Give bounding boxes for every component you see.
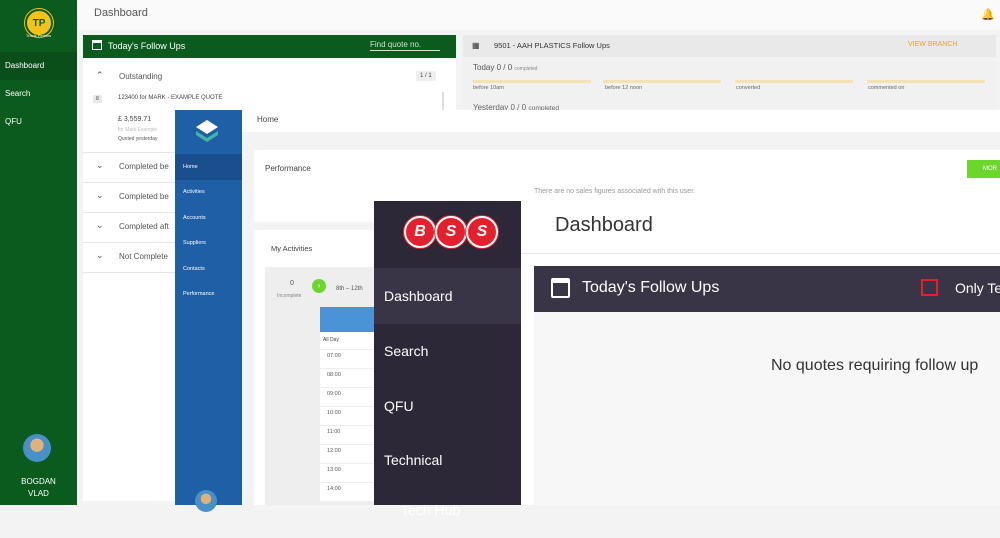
avatar[interactable]: [195, 490, 217, 512]
quote-sub: for Mark Example: [118, 127, 158, 133]
quote-badge: 8: [93, 95, 102, 103]
outstanding-count: 1 / 1: [416, 71, 436, 81]
view-branch-button[interactable]: VIEW BRANCH: [908, 41, 957, 48]
followups-header: Today's Follow Ups Only Te: [534, 266, 1000, 312]
logo-letter: B: [404, 216, 436, 248]
chevron-down-icon[interactable]: ⌄: [96, 250, 104, 261]
user-name: BOGDAN VLAD: [0, 476, 77, 500]
hour-slot[interactable]: 13:00: [320, 463, 374, 482]
sidebar-item-tech-hub[interactable]: Tech Hub: [374, 482, 521, 538]
followups-card-app3: Today's Follow Ups Only Te No quotes req…: [534, 266, 1000, 505]
section-label: Completed be: [119, 192, 169, 201]
sidebar-item-search[interactable]: Search: [0, 80, 77, 108]
divider: [521, 253, 1000, 254]
user-last-name: VLAD: [28, 489, 49, 498]
brand-logo: B S S: [374, 201, 521, 268]
sidebar-item-suppliers[interactable]: Suppliers: [175, 230, 242, 256]
stat-bar: [473, 80, 591, 83]
sidebar-item-qfu[interactable]: QFU: [0, 108, 77, 136]
followups-title: Today's Follow Ups: [582, 279, 720, 296]
outstanding-label: Outstanding: [119, 72, 163, 81]
hour-slot[interactable]: 07:00: [320, 349, 374, 368]
all-day-row[interactable]: All Day: [320, 332, 374, 349]
sidebar-item-performance[interactable]: Performance: [175, 281, 242, 307]
avatar[interactable]: [23, 434, 51, 462]
page-title: Dashboard: [555, 214, 653, 236]
user-first-name: BOGDAN: [21, 477, 56, 486]
calendar-icon: [92, 40, 102, 50]
sidebar-item-technical[interactable]: Technical: [374, 432, 521, 488]
today-count: Today 0 / 0 completed: [473, 63, 537, 72]
section-label: Completed aft: [119, 222, 169, 231]
branch-followups-card: ▦ 9501 - AAH PLASTICS Follow Ups VIEW BR…: [463, 35, 996, 112]
next-week-button[interactable]: ›: [312, 279, 326, 293]
branch-header: ▦ 9501 - AAH PLASTICS Follow Ups VIEW BR…: [463, 35, 996, 57]
hour-slot[interactable]: 08:00: [320, 368, 374, 387]
chevron-down-icon[interactable]: ⌄: [96, 220, 104, 231]
sidebar-item-dashboard[interactable]: Dashboard: [374, 268, 521, 324]
quote-amount: £ 3,559.71: [118, 116, 152, 123]
logo-letter: S: [435, 216, 467, 248]
stat-label: converted: [736, 85, 761, 91]
today-count-suffix: completed: [514, 66, 538, 72]
header-app2: Home: [242, 110, 1000, 133]
section-label: Completed be: [119, 162, 169, 171]
sidebar-item-accounts[interactable]: Accounts: [175, 205, 242, 231]
logo-letter: S: [466, 216, 498, 248]
followups-title: Today's Follow Ups: [108, 41, 186, 51]
chevron-down-icon[interactable]: ⌄: [96, 190, 104, 201]
incomplete-label: Incomplete: [277, 293, 302, 299]
page-title: Dashboard: [94, 7, 148, 19]
sidebar-app1: TP Travis Perkins Dashboard Search QFU B…: [0, 0, 77, 505]
chevron-down-icon[interactable]: ⌄: [96, 160, 104, 171]
sidebar-item-activities[interactable]: Activities: [175, 179, 242, 205]
stat-label: before 10am: [473, 85, 504, 91]
performance-message: There are no sales figures associated wi…: [534, 188, 696, 195]
date-range: 8th – 12th: [336, 286, 363, 292]
brand-caption: Travis Perkins: [25, 33, 52, 38]
sidebar-item-search[interactable]: Search: [374, 323, 521, 379]
quote-line: 123400 for MARK - EXAMPLE QUOTE: [118, 95, 223, 101]
brand-logo: [196, 120, 218, 142]
chevron-up-icon[interactable]: ⌃: [96, 70, 104, 81]
hour-slot[interactable]: 12:00: [320, 444, 374, 463]
sidebar-item-dashboard[interactable]: Dashboard: [0, 52, 77, 80]
stat-bar: [735, 80, 853, 83]
header-app1: Dashboard 🔔: [77, 0, 1000, 30]
sidebar-app3: B S S Dashboard Search QFU Technical Tec…: [374, 201, 521, 518]
today-count-value: Today 0 / 0: [473, 63, 513, 72]
quoted-date: Quoted yesterday: [118, 136, 158, 142]
stat-label: commented on: [868, 85, 905, 91]
store-icon: ▦: [472, 41, 480, 50]
stat-bar: [867, 80, 985, 83]
sidebar-app2: Home Activities Accounts Suppliers Conta…: [175, 110, 242, 512]
section-label: Not Complete: [119, 252, 168, 261]
sidebar-item-qfu[interactable]: QFU: [374, 378, 521, 434]
find-quote-input[interactable]: Find quote no.: [370, 40, 440, 51]
calendar-icon: [551, 278, 570, 298]
branch-title: 9501 - AAH PLASTICS Follow Ups: [494, 41, 610, 50]
bell-icon[interactable]: 🔔: [981, 8, 995, 21]
stat-bar: [603, 80, 721, 83]
calendar-header-bar: [320, 307, 374, 332]
activities-card: My Activities 0 Incomplete › 8th – 12th …: [254, 230, 374, 505]
sidebar-item-home[interactable]: Home: [175, 154, 242, 180]
more-button[interactable]: MOR: [967, 160, 1000, 178]
sidebar-item-contacts[interactable]: Contacts: [175, 256, 242, 282]
only-checkbox-label: Only Te: [955, 280, 1000, 296]
hour-slot[interactable]: 11:00: [320, 425, 374, 444]
only-checkbox[interactable]: [921, 279, 938, 296]
followups-header: Today's Follow Ups Find quote no.: [83, 35, 456, 58]
activities-title: My Activities: [271, 244, 313, 253]
hour-slot[interactable]: 10:00: [320, 406, 374, 425]
incomplete-count: 0: [290, 280, 294, 287]
performance-title: Performance: [265, 164, 311, 173]
hour-slot[interactable]: 14:00: [320, 482, 374, 501]
stat-label: before 12 noon: [605, 85, 643, 91]
hour-slot[interactable]: 09:00: [320, 387, 374, 406]
page-title: Home: [257, 115, 279, 124]
empty-message: No quotes requiring follow up: [771, 357, 979, 374]
